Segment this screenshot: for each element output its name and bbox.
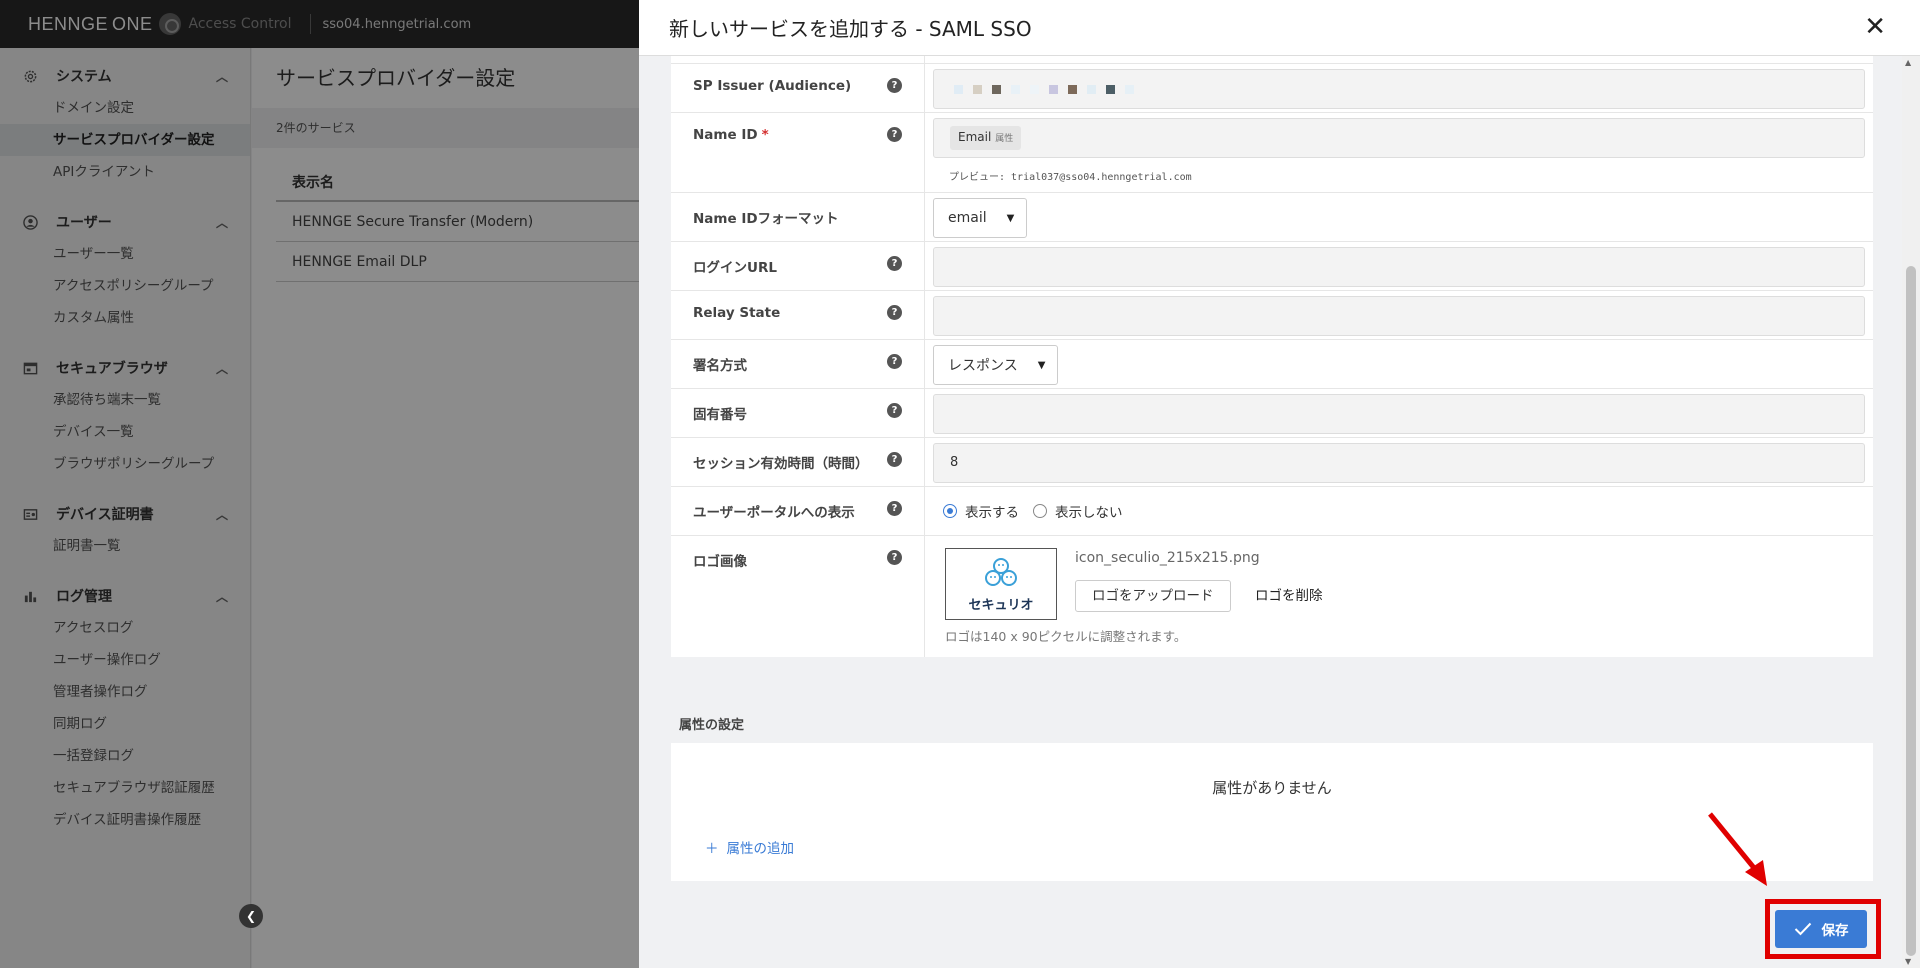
close-icon[interactable]: ✕ <box>1864 14 1886 40</box>
logo-brand-text: セキュリオ <box>968 597 1034 613</box>
seculio-mascot-icon <box>985 557 1017 586</box>
caret-down-icon: ▼ <box>1006 212 1015 224</box>
field-name-id: Name ID * ? Email 属性 プレビュー: trial037@sso04… <box>671 113 1873 193</box>
add-service-modal: 新しいサービスを追加する - SAML SSO ✕ SP Issuer (Aud… <box>639 0 1920 968</box>
chevron-left-icon: ❮ <box>245 909 257 923</box>
relay-state-input[interactable] <box>933 296 1865 336</box>
sp-issuer-input[interactable] <box>933 69 1865 109</box>
radio-hide[interactable] <box>1033 504 1047 518</box>
highlight-box <box>1765 899 1881 959</box>
signing-method-select[interactable]: レスポンス ▼ <box>933 345 1059 385</box>
help-icon[interactable]: ? <box>887 403 902 418</box>
field-session-hours: セッション有効時間（時間） ? 8 <box>671 438 1873 487</box>
delete-logo-link[interactable]: ロゴを削除 <box>1255 580 1323 612</box>
name-id-format-select[interactable]: email ▼ <box>933 198 1028 238</box>
field-sp-issuer: SP Issuer (Audience) ? <box>671 64 1873 113</box>
radio-show[interactable] <box>943 504 957 518</box>
help-icon[interactable]: ? <box>887 550 902 565</box>
field-label: 署名方式 ? <box>671 340 925 388</box>
scroll-down-icon[interactable]: ▼ <box>1905 957 1911 966</box>
saml-form: SP Issuer (Audience) ? Name ID * ? Email… <box>671 56 1873 657</box>
field-signing-method: 署名方式 ? レスポンス ▼ <box>671 340 1873 389</box>
name-id-input[interactable]: Email 属性 <box>933 118 1865 158</box>
upload-logo-button[interactable]: ロゴをアップロード <box>1075 580 1231 612</box>
modal-scrollbar[interactable]: ▲ ▼ <box>1902 56 1920 968</box>
add-attribute-link[interactable]: ＋属性の追加 <box>705 837 794 857</box>
field-label: Relay State ? <box>671 291 925 339</box>
logo-filename: icon_seculio_215x215.png <box>1075 550 1260 566</box>
radio-hide-label[interactable]: 表示しない <box>1055 501 1123 521</box>
modal-header: 新しいサービスを追加する - SAML SSO ✕ <box>639 0 1920 56</box>
attributes-section-title: 属性の設定 <box>679 718 745 733</box>
logo-preview: セキュリオ <box>945 548 1057 620</box>
redacted-value <box>934 70 1864 108</box>
form-top-spacer <box>671 56 1873 64</box>
field-portal-display: ユーザーポータルへの表示 ? 表示する 表示しない <box>671 487 1873 536</box>
portal-display-radio-group: 表示する 表示しない <box>933 496 1865 526</box>
logo-size-note: ロゴは140 x 90ピクセルに調整されます。 <box>945 629 1187 644</box>
scroll-up-icon[interactable]: ▲ <box>1905 58 1911 67</box>
field-label: ログインURL ? <box>671 242 925 290</box>
scroll-thumb[interactable] <box>1906 266 1916 956</box>
field-login-url: ログインURL ? <box>671 242 1873 291</box>
sidebar-collapse-button[interactable]: ❮ <box>239 904 263 928</box>
help-icon[interactable]: ? <box>887 452 902 467</box>
help-icon[interactable]: ? <box>887 256 902 271</box>
caret-down-icon: ▼ <box>1037 359 1046 371</box>
field-label: セッション有効時間（時間） ? <box>671 438 925 486</box>
help-icon[interactable]: ? <box>887 305 902 320</box>
field-unique-id: 固有番号 ? <box>671 389 1873 438</box>
unique-id-input[interactable] <box>933 394 1865 434</box>
attributes-card: 属性がありません ＋属性の追加 <box>671 743 1873 881</box>
help-icon[interactable]: ? <box>887 127 902 142</box>
help-icon[interactable]: ? <box>887 501 902 516</box>
field-label: 固有番号 ? <box>671 389 925 437</box>
field-logo: ロゴ画像 ? セキュリオ icon_seculio_215x215.png ロゴ… <box>671 536 1873 657</box>
help-icon[interactable]: ? <box>887 354 902 369</box>
attribute-chip[interactable]: Email 属性 <box>950 126 1022 150</box>
field-label: ユーザーポータルへの表示 ? <box>671 487 925 535</box>
field-relay-state: Relay State ? <box>671 291 1873 340</box>
attributes-empty-message: 属性がありません <box>1212 779 1332 797</box>
name-id-preview: プレビュー: trial037@sso04.henngetrial.com <box>949 172 1192 183</box>
field-label: SP Issuer (Audience) ? <box>671 64 925 112</box>
field-label: Name ID * ? <box>671 113 925 192</box>
field-name-id-format: Name IDフォーマット email ▼ <box>671 193 1873 242</box>
radio-show-label[interactable]: 表示する <box>965 501 1019 521</box>
field-label: Name IDフォーマット <box>671 193 925 241</box>
help-icon[interactable]: ? <box>887 78 902 93</box>
plus-icon: ＋ <box>705 841 719 857</box>
pointer-arrow-icon <box>1708 812 1767 886</box>
session-hours-input[interactable]: 8 <box>933 443 1865 483</box>
field-label: ロゴ画像 ? <box>671 536 925 657</box>
modal-title: 新しいサービスを追加する - SAML SSO <box>669 17 1032 41</box>
login-url-input[interactable] <box>933 247 1865 287</box>
